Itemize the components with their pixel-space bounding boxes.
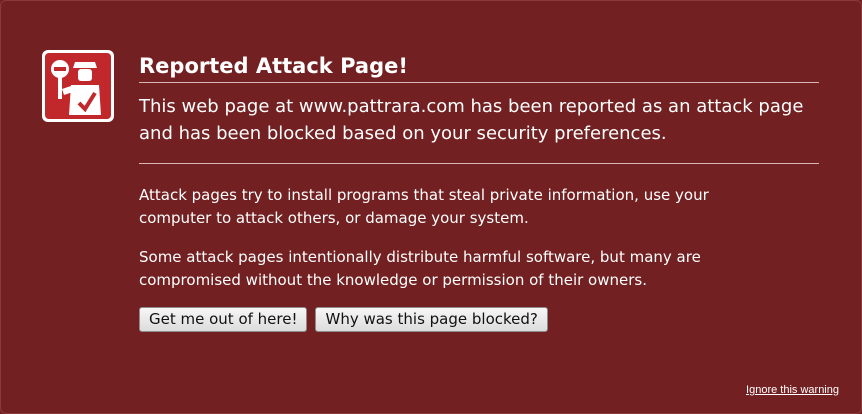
button-row: Get me out of here! Why was this page bl… xyxy=(139,307,819,332)
get-me-out-button[interactable]: Get me out of here! xyxy=(139,307,308,332)
police-officer-stop-icon xyxy=(41,49,115,123)
why-blocked-button[interactable]: Why was this page blocked? xyxy=(315,307,548,332)
error-short-description: This web page at www.pattrara.com has be… xyxy=(139,93,819,164)
attack-page-warning: Reported Attack Page! This web page at w… xyxy=(0,0,862,414)
error-title: Reported Attack Page! xyxy=(139,51,819,83)
error-long-description-1: Attack pages try to install programs tha… xyxy=(139,186,709,227)
error-long-description-2: Some attack pages intentionally distribu… xyxy=(139,248,701,289)
error-content: Reported Attack Page! This web page at w… xyxy=(139,51,819,332)
ignore-warning-link[interactable]: Ignore this warning xyxy=(746,384,839,396)
